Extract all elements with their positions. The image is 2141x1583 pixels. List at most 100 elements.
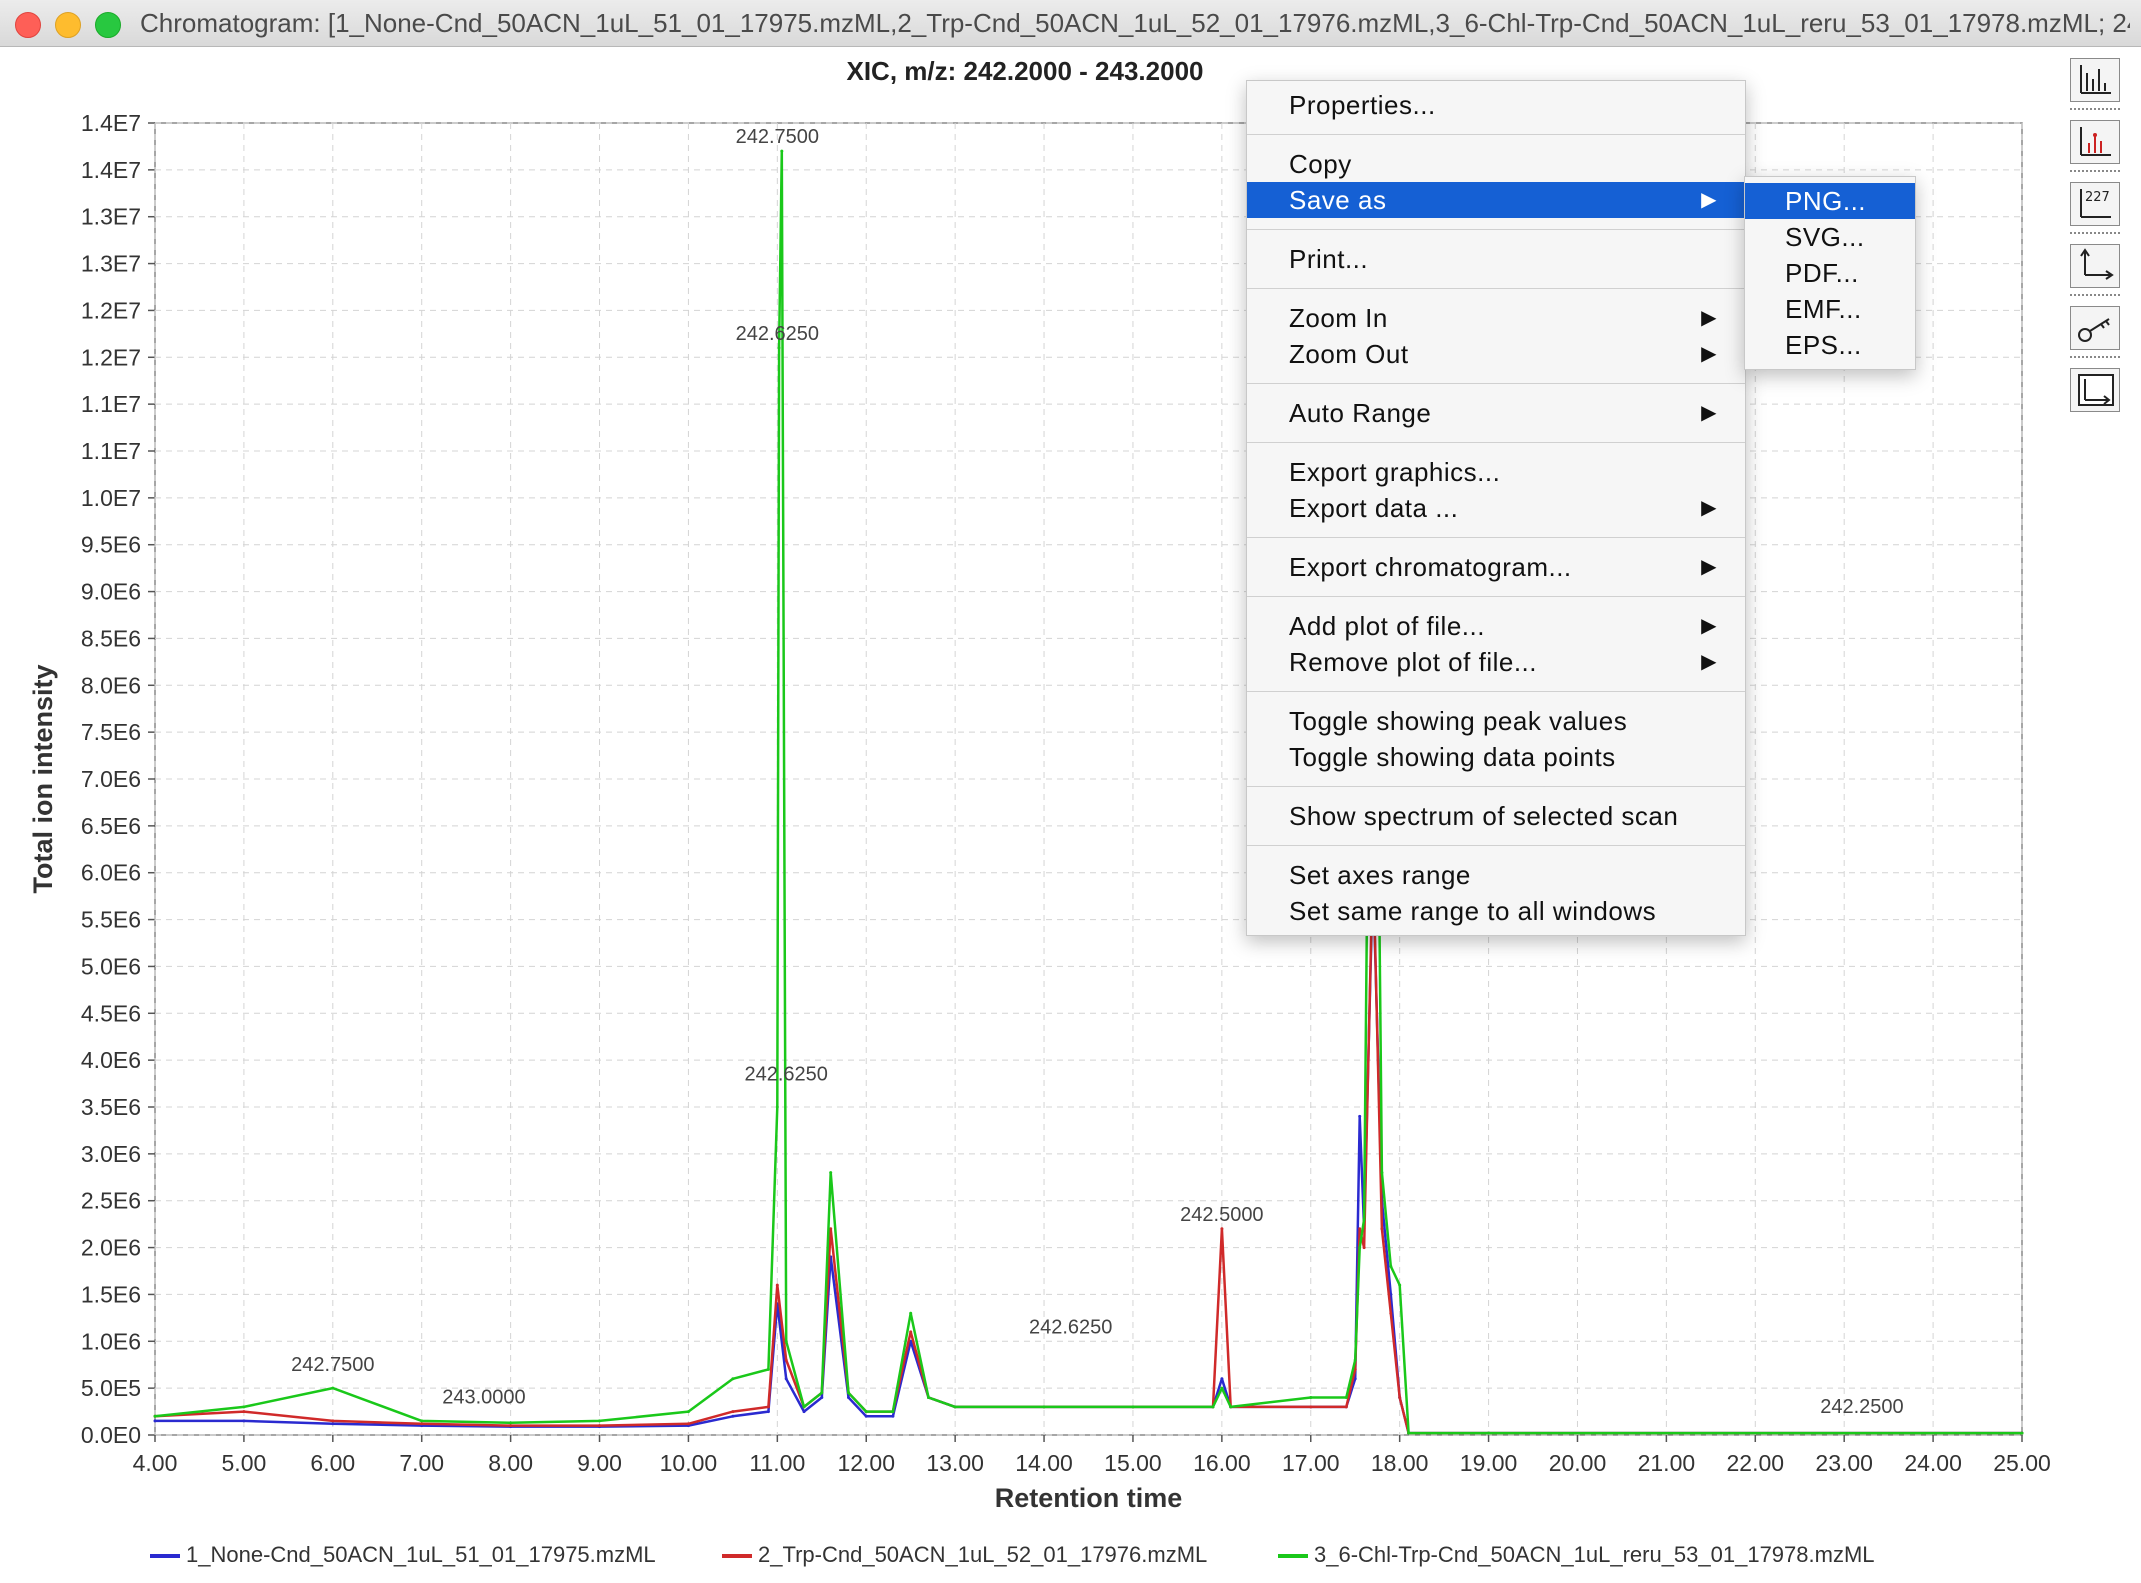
axes-setup-button[interactable] (2070, 244, 2120, 288)
toggle-continuous-mode-button[interactable] (2070, 58, 2120, 102)
x-tick-label: 18.00 (1371, 1450, 1429, 1476)
data-point (1220, 1377, 1224, 1381)
menu-item-remove-plot-of-file[interactable]: Remove plot of file... ▶ (1247, 644, 1745, 680)
data-point (891, 1410, 895, 1414)
peak-label-icon: 227 (2080, 189, 2111, 218)
toggle-range-button[interactable] (2070, 368, 2120, 412)
y-tick-label: 1.1E7 (81, 438, 141, 464)
data-point (766, 1410, 770, 1414)
data-point (891, 1414, 895, 1418)
data-point (1358, 1114, 1362, 1118)
menu-item-copy[interactable]: Copy (1247, 146, 1745, 182)
y-tick-label: 7.0E6 (81, 766, 141, 792)
menu-item-label: Toggle showing peak values (1289, 706, 1628, 736)
x-tick-label: 25.00 (1993, 1450, 2051, 1476)
data-point (909, 1311, 913, 1315)
peak-value-label: 242.6250 (736, 323, 819, 345)
data-point (927, 1396, 930, 1399)
data-point (331, 1386, 335, 1390)
data-point (2020, 1431, 2024, 1435)
menu-item-label: Export data ... (1289, 493, 1459, 523)
menu-item-toggle-showing-peak-values[interactable]: Toggle showing peak values (1247, 703, 1745, 739)
chart-legend: 1_None-Cnd_50ACN_1uL_51_01_17975.mzML 2_T… (0, 1542, 2141, 1572)
y-tick-label: 3.5E6 (81, 1094, 141, 1120)
y-tick-label: 1.4E7 (81, 157, 141, 183)
data-point (1220, 1227, 1224, 1231)
x-tick-label: 10.00 (660, 1450, 718, 1476)
maximize-window-button[interactable] (95, 12, 121, 38)
data-point (598, 1419, 601, 1423)
save-as-pdf-item[interactable]: PDF... (1745, 255, 1915, 291)
data-point (820, 1391, 824, 1395)
menu-item-zoom-in[interactable]: Zoom In ▶ (1247, 300, 1745, 336)
menu-item-export-data[interactable]: Export data ... ▶ (1247, 490, 1745, 526)
menu-item-label: Save as (1289, 185, 1387, 215)
legend-item-3: 3_6-Chl-Trp-Cnd_50ACN_1uL_reru_53_01_179… (1278, 1542, 1875, 1568)
window-titlebar: Chromatogram: [1_None-Cnd_50ACN_1uL_51_0… (0, 0, 2141, 47)
menu-item-set-axes-range[interactable]: Set axes range (1247, 857, 1745, 893)
data-point (829, 1171, 833, 1175)
y-tick-label: 1.2E7 (81, 297, 141, 323)
x-tick-label: 19.00 (1460, 1450, 1518, 1476)
data-point (864, 1414, 868, 1418)
data-point (1358, 1246, 1362, 1250)
data-point (775, 1105, 779, 1109)
save-as-svg-item[interactable]: SVG... (1745, 219, 1915, 255)
y-tick-label: 9.5E6 (81, 532, 141, 558)
data-point (784, 1377, 788, 1381)
legend-swatch (150, 1554, 180, 1559)
save-as-emf-item[interactable]: EMF... (1745, 291, 1915, 327)
menu-item-properties[interactable]: Properties... (1247, 87, 1745, 123)
menu-item-label: Export chromatogram... (1289, 552, 1572, 582)
y-tick-label: 0.0E0 (81, 1422, 141, 1448)
menu-separator (1247, 537, 1745, 538)
menu-separator (1247, 596, 1745, 597)
axes-icon (2080, 248, 2114, 280)
data-point (1042, 1405, 1046, 1409)
data-point (1362, 1218, 1366, 1221)
data-point (331, 1419, 335, 1423)
menu-item-label: Auto Range (1289, 398, 1432, 428)
x-tick-label: 7.00 (399, 1450, 444, 1476)
menu-item-set-same-range-to-all-windows[interactable]: Set same range to all windows (1247, 893, 1745, 929)
toggle-legend-button[interactable] (2070, 306, 2120, 350)
x-tick-label: 13.00 (926, 1450, 984, 1476)
menu-separator (1247, 383, 1745, 384)
menu-separator (1247, 229, 1745, 230)
data-point (777, 346, 781, 350)
minimize-window-button[interactable] (55, 12, 81, 38)
menu-item-toggle-showing-data-points[interactable]: Toggle showing data points (1247, 739, 1745, 775)
toggle-data-points-button[interactable] (2070, 120, 2120, 164)
menu-item-print[interactable]: Print... (1247, 241, 1745, 277)
save-as-eps-item[interactable]: EPS... (1745, 327, 1915, 363)
y-tick-label: 1.3E7 (81, 204, 141, 230)
spectrum-points-icon (2080, 127, 2111, 156)
submenu-arrow-icon: ▶ (1701, 556, 1717, 578)
legend-label: 3_6-Chl-Trp-Cnd_50ACN_1uL_reru_53_01_179… (1314, 1542, 1875, 1567)
data-point (1389, 1264, 1393, 1268)
data-point (775, 1283, 779, 1287)
menu-separator (1247, 442, 1745, 443)
y-tick-label: 1.4E7 (81, 110, 141, 136)
data-point (909, 1330, 913, 1334)
close-window-button[interactable] (15, 12, 41, 38)
range-axes-icon (2078, 374, 2114, 406)
menu-item-export-chromatogram[interactable]: Export chromatogram... ▶ (1247, 549, 1745, 585)
toggle-peak-labels-button[interactable]: 227 (2070, 182, 2120, 226)
y-tick-label: 4.5E6 (81, 1000, 141, 1026)
submenu-arrow-icon: ▶ (1701, 343, 1717, 365)
submenu-arrow-icon: ▶ (1701, 497, 1717, 519)
menu-item-auto-range[interactable]: Auto Range ▶ (1247, 395, 1745, 431)
save-as-png-item[interactable]: PNG... (1745, 183, 1915, 219)
menu-item-export-graphics[interactable]: Export graphics... (1247, 454, 1745, 490)
menu-item-add-plot-of-file[interactable]: Add plot of file... ▶ (1247, 608, 1745, 644)
x-tick-label: 23.00 (1815, 1450, 1873, 1476)
menu-item-zoom-out[interactable]: Zoom Out ▶ (1247, 336, 1745, 372)
x-tick-label: 20.00 (1549, 1450, 1607, 1476)
data-point (1398, 1283, 1402, 1287)
y-tick-label: 5.5E6 (81, 907, 141, 933)
menu-item-label: Copy (1289, 149, 1352, 179)
legend-label: 2_Trp-Cnd_50ACN_1uL_52_01_17976.mzML (758, 1542, 1208, 1567)
menu-item-show-spectrum-of-selected-scan[interactable]: Show spectrum of selected scan (1247, 798, 1745, 834)
menu-item-save-as[interactable]: Save as ▶ (1247, 182, 1745, 218)
